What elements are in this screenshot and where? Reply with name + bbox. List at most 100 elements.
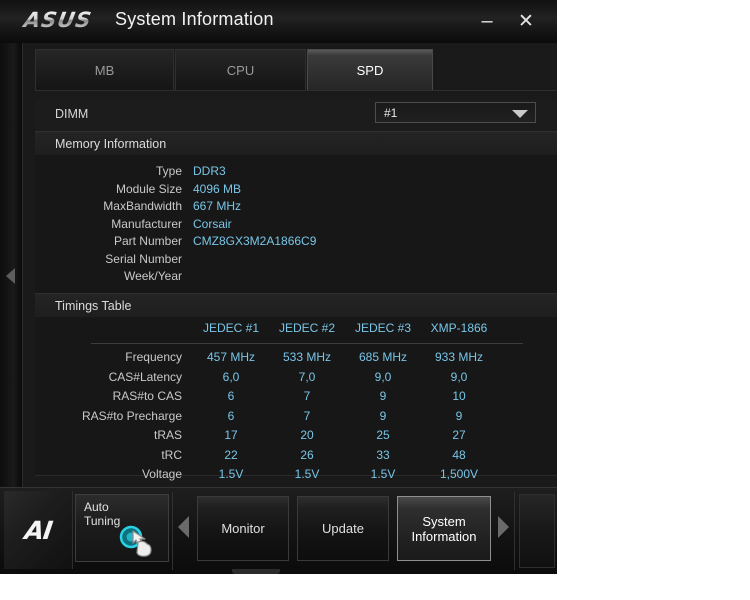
- timings-cell: 685 MHz: [358, 350, 408, 364]
- timings-table-row: tRC 22 26 33 48: [35, 448, 557, 465]
- memory-info-row: MaxBandwidth 667 MHz: [35, 199, 557, 216]
- toolbar-button-system-information[interactable]: System Information: [397, 496, 491, 561]
- auto-tuning-button[interactable]: Auto Tuning: [75, 494, 169, 562]
- timings-cell: 7,0: [298, 369, 316, 384]
- timings-cell: 9: [379, 389, 387, 403]
- timings-cell: 533 MHz: [282, 350, 332, 364]
- timings-table-row: Voltage 1.5V 1.5V 1.5V 1,500V: [35, 467, 557, 484]
- dimm-selected-value: #1: [384, 106, 398, 120]
- tab-bar: MB CPU SPD: [23, 49, 557, 91]
- chevron-down-icon: [512, 110, 528, 118]
- memory-info-label: Module Size: [115, 181, 182, 196]
- dimm-row: DIMM #1: [35, 99, 557, 132]
- timings-column-header-row: JEDEC #1 JEDEC #2 JEDEC #3 XMP-1866: [35, 321, 557, 339]
- timings-table-body: JEDEC #1 JEDEC #2 JEDEC #3 XMP-1866 Frequen…: [35, 317, 557, 481]
- memory-info-label: Serial Number: [105, 251, 182, 266]
- chevron-left-icon[interactable]: [6, 268, 15, 284]
- timings-cell: 9: [455, 408, 463, 423]
- toolbar-end-panel: [519, 494, 555, 568]
- memory-info-row: Type DDR3: [35, 164, 557, 181]
- timings-cell: 9: [379, 408, 387, 423]
- toolbar-button-monitor[interactable]: Monitor: [197, 496, 289, 561]
- toolbar-button-update[interactable]: Update: [297, 496, 389, 561]
- timings-row-label: tRC: [161, 447, 182, 462]
- timings-cell: 33: [376, 447, 390, 462]
- toolbar-divider-left: [172, 492, 173, 570]
- window-title: System Information: [115, 9, 274, 29]
- memory-info-row: Serial Number: [35, 252, 557, 269]
- tab-mb[interactable]: MB: [35, 49, 174, 90]
- timings-row-label: RAS#to CAS: [112, 389, 182, 403]
- timings-cell: 25: [376, 428, 390, 442]
- minimize-button[interactable]: –: [474, 9, 500, 33]
- timings-row-label: RAS#to Precharge: [81, 408, 182, 423]
- tab-underline: [35, 90, 557, 91]
- timings-cell: 6: [227, 389, 235, 403]
- timings-cell: 27: [452, 428, 466, 442]
- timings-row-label: tRAS: [153, 428, 182, 442]
- timings-cell: 9,0: [450, 369, 468, 384]
- memory-info-row: Module Size 4096 MB: [35, 182, 557, 199]
- timings-cell: 1.5V: [370, 467, 396, 481]
- tab-cpu[interactable]: CPU: [175, 49, 306, 90]
- ai-suite-logo-text: AI: [22, 515, 54, 545]
- timings-cell: 7: [303, 408, 311, 423]
- memory-information-body: Type DDR3 Module Size 4096 MB MaxBandwidth 66…: [35, 155, 557, 293]
- timings-table-row: RAS#to Precharge 6 7 9 9: [35, 409, 557, 426]
- auto-tuning-label-line2: Tuning: [84, 514, 121, 528]
- hand-click-icon: [119, 525, 152, 557]
- auto-tuning-label: Auto Tuning: [84, 500, 120, 528]
- timings-cell: 22: [224, 447, 238, 462]
- auto-tuning-label-line1: Auto: [84, 500, 109, 514]
- memory-info-value: 667 MHz: [193, 199, 242, 213]
- timings-table-row: Frequency 457 MHz 533 MHz 685 MHz 933 MHz: [35, 350, 557, 367]
- timings-table-row: RAS#to CAS 6 7 9 10: [35, 389, 557, 406]
- screenshot-root: ASUS System Information – ✕ MB CPU SPD D…: [0, 0, 750, 600]
- timings-cell: 1.5V: [218, 467, 244, 481]
- timings-cell: 48: [452, 447, 466, 462]
- timings-table-header: Timings Table: [35, 293, 557, 319]
- memory-information-header: Memory Information: [35, 131, 557, 157]
- timings-cell: 26: [300, 447, 314, 462]
- timings-cell: 17: [224, 428, 238, 442]
- timings-column-header: XMP-1866: [430, 321, 488, 335]
- dimm-label: DIMM: [55, 107, 89, 121]
- timings-column-header: JEDEC #3: [354, 321, 412, 335]
- spd-panel: MB CPU SPD DIMM #1 Memory Information Ty…: [23, 43, 557, 487]
- memory-info-label: Week/Year: [123, 269, 182, 283]
- chevron-right-icon[interactable]: [498, 516, 509, 538]
- timings-row-label: Frequency: [125, 350, 182, 364]
- memory-info-value: 4096 MB: [193, 181, 242, 196]
- memory-info-value: DDR3: [193, 164, 226, 178]
- timings-cell: 933 MHz: [434, 350, 484, 364]
- timings-table-title: Timings Table: [55, 299, 132, 313]
- left-collapse-rail[interactable]: [0, 43, 23, 487]
- memory-info-label: MaxBandwidth: [103, 199, 182, 213]
- close-button[interactable]: ✕: [513, 9, 539, 33]
- memory-info-row: Manufacturer Corsair: [35, 217, 557, 234]
- tab-spd[interactable]: SPD: [307, 49, 433, 90]
- memory-info-label: Type: [155, 164, 182, 178]
- ai-suite-logo: AI: [4, 491, 73, 569]
- timings-table-row: tRAS 17 20 25 27: [35, 428, 557, 445]
- timings-cell: 20: [300, 428, 314, 442]
- memory-info-label: Part Number: [113, 234, 182, 248]
- timings-column-header: JEDEC #2: [278, 321, 336, 335]
- memory-info-value: Corsair: [193, 216, 232, 231]
- system-information-window: ASUS System Information – ✕ MB CPU SPD D…: [0, 0, 557, 574]
- chevron-left-icon[interactable]: [178, 516, 189, 538]
- window-bottom-handle[interactable]: [232, 569, 280, 574]
- timings-cell: 9,0: [374, 369, 392, 384]
- content-area: MB CPU SPD DIMM #1 Memory Information Ty…: [0, 43, 557, 487]
- timings-table-row: CAS#Latency 6,0 7,0 9,0 9,0: [35, 370, 557, 387]
- timings-header-separator: [91, 343, 523, 344]
- timings-cell: 7: [303, 389, 311, 403]
- timings-cell: 1,500V: [439, 467, 479, 481]
- timings-row-label: CAS#Latency: [108, 369, 182, 384]
- toolbar-divider-right: [514, 492, 515, 570]
- dimm-select[interactable]: #1: [375, 102, 536, 123]
- timings-cell: 10: [452, 389, 466, 403]
- memory-info-row: Week/Year: [35, 269, 557, 286]
- timings-cell: 1.5V: [294, 467, 320, 481]
- memory-information-title: Memory Information: [55, 137, 167, 151]
